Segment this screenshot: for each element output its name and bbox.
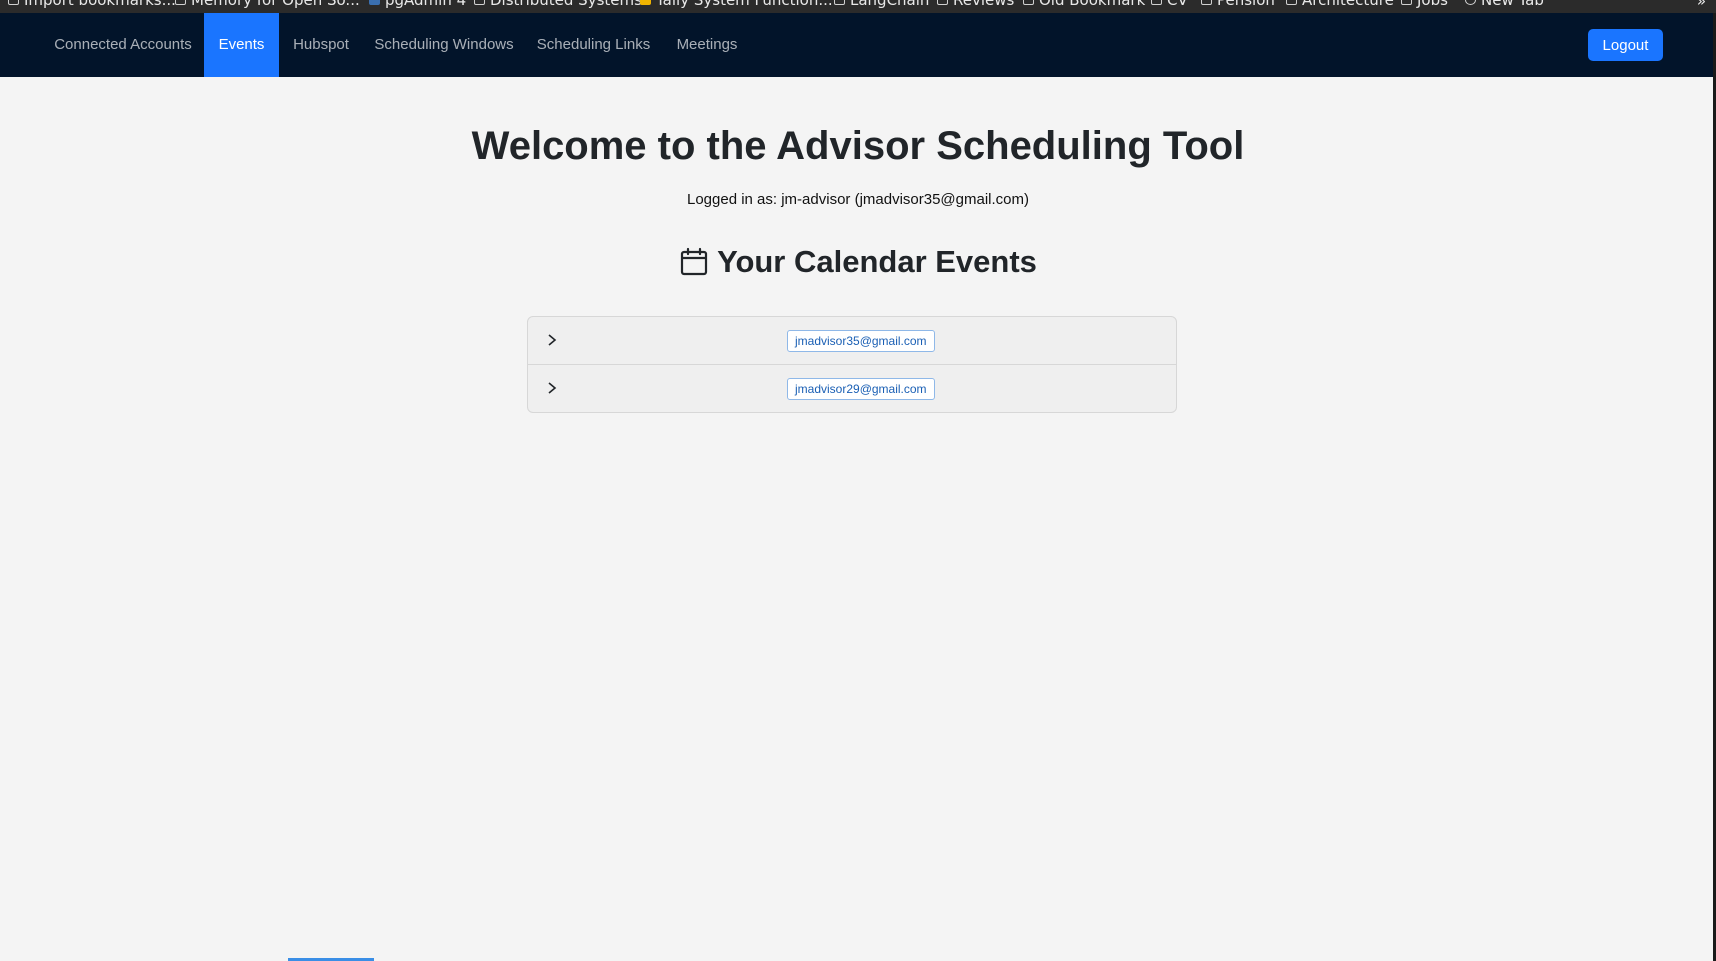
- account-email-badge: jmadvisor35@gmail.com: [787, 330, 935, 352]
- folder-icon: [937, 0, 948, 5]
- calendar-icon: [680, 247, 708, 276]
- bookmark-reviews[interactable]: Reviews: [937, 0, 1014, 9]
- bookmark-memory[interactable]: Memory for Open So...: [175, 0, 360, 9]
- bookmark-cv[interactable]: CV: [1151, 0, 1188, 9]
- account-email-badge: jmadvisor29@gmail.com: [787, 378, 935, 400]
- accordion-item-account[interactable]: jmadvisor35@gmail.com: [528, 317, 1176, 365]
- section-header: Your Calendar Events: [0, 244, 1716, 280]
- chevron-right-icon: [548, 334, 557, 346]
- section-title: Your Calendar Events: [717, 244, 1037, 279]
- accordion-item-account[interactable]: jmadvisor29@gmail.com: [528, 365, 1176, 412]
- page-title: Welcome to the Advisor Scheduling Tool: [471, 124, 1245, 168]
- tally-icon: [640, 0, 651, 5]
- nav-scheduling-windows[interactable]: Scheduling Windows: [364, 13, 524, 77]
- folder-icon: [1023, 0, 1034, 5]
- folder-icon: [1151, 0, 1162, 5]
- nav-scheduling-links[interactable]: Scheduling Links: [527, 13, 660, 77]
- bookmark-jobs[interactable]: Jobs: [1401, 0, 1448, 9]
- navbar: Connected Accounts Events Hubspot Schedu…: [0, 13, 1713, 77]
- bookmarks-overflow-button[interactable]: »: [1697, 0, 1706, 10]
- folder-icon: [474, 0, 485, 5]
- bookmarks-bar: Import bookmarks... Memory for Open So..…: [0, 0, 1716, 13]
- folder-icon: [834, 0, 845, 5]
- bookmark-pgadmin[interactable]: pgAdmin 4: [369, 0, 466, 9]
- bookmark-new-tab[interactable]: New Tab: [1465, 0, 1544, 9]
- folder-icon: [1201, 0, 1212, 5]
- globe-icon: [1465, 0, 1476, 5]
- bookmark-old-bookmark[interactable]: Old Bookmark: [1023, 0, 1145, 9]
- folder-icon: [1401, 0, 1412, 5]
- folder-icon: [1286, 0, 1297, 5]
- bookmark-langchain[interactable]: LangChain: [834, 0, 929, 9]
- chevron-right-icon: [548, 382, 557, 394]
- calendar-accounts-accordion: jmadvisor35@gmail.com jmadvisor29@gmail.…: [527, 316, 1177, 413]
- logged-in-text: Logged in as: jm-advisor (jmadvisor35@gm…: [686, 191, 1030, 208]
- bookmark-distributed-systems[interactable]: Distributed Systems: [474, 0, 642, 9]
- github-icon: [175, 0, 186, 5]
- nav-meetings[interactable]: Meetings: [663, 13, 751, 77]
- bookmark-pension[interactable]: Pension: [1201, 0, 1275, 9]
- nav-connected-accounts[interactable]: Connected Accounts: [44, 13, 202, 77]
- bookmark-architecture[interactable]: Architecture: [1286, 0, 1394, 9]
- pgadmin-icon: [369, 0, 380, 5]
- bookmark-tally[interactable]: Tally System Function...: [640, 0, 833, 9]
- nav-hubspot[interactable]: Hubspot: [280, 13, 362, 77]
- import-icon: [8, 0, 19, 5]
- logout-button[interactable]: Logout: [1588, 29, 1663, 61]
- nav-events[interactable]: Events: [204, 13, 279, 77]
- bookmark-import[interactable]: Import bookmarks...: [8, 0, 176, 9]
